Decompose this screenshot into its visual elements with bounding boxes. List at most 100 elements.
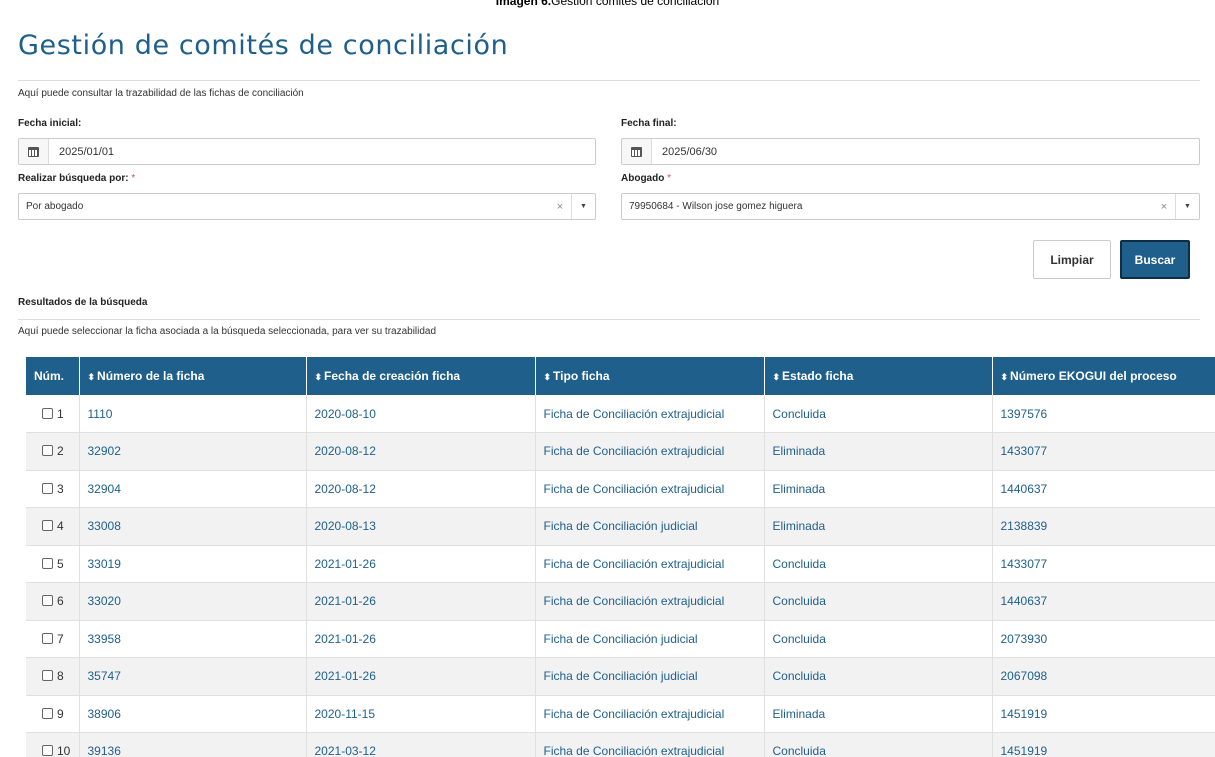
cell-estado-ficha[interactable]: Eliminada bbox=[764, 507, 993, 546]
cell-tipo-ficha[interactable]: Ficha de Conciliación extrajudicial bbox=[535, 470, 765, 508]
busqueda-label: Realizar búsqueda por: * bbox=[18, 173, 135, 184]
cell-fecha-creacion[interactable]: 2021-01-26 bbox=[306, 582, 536, 621]
table-row[interactable]: 2 32902 2020-08-12 Ficha de Conciliación ex… bbox=[26, 432, 1215, 471]
cell-fecha-creacion[interactable]: 2021-03-12 bbox=[306, 732, 536, 757]
table-row[interactable]: 5 33019 2021-01-26 Ficha de Conciliación ex… bbox=[26, 545, 1215, 583]
cell-fecha-creacion[interactable]: 2021-01-26 bbox=[306, 545, 536, 583]
clear-icon[interactable]: × bbox=[549, 201, 571, 213]
abogado-select[interactable]: 79950684 - Wilson jose gomez higuera × ▼ bbox=[621, 193, 1200, 220]
cell-numero-ekogui[interactable]: 2073930 bbox=[992, 620, 1215, 658]
cell-num-value: 6 bbox=[57, 594, 64, 609]
column-header-tipo-ficha[interactable]: ⬍ Tipo ficha bbox=[535, 357, 765, 395]
busqueda-value: Por abogado bbox=[26, 201, 84, 212]
table-row[interactable]: 10 39136 2021-03-12 Ficha de Conciliación e… bbox=[26, 732, 1215, 757]
row-checkbox[interactable] bbox=[42, 520, 53, 532]
table-row[interactable]: 9 38906 2020-11-15 Ficha de Conciliación ex… bbox=[26, 695, 1215, 733]
cell-num: 4 bbox=[26, 507, 80, 546]
cell-numero-ficha[interactable]: 33019 bbox=[79, 545, 307, 583]
row-checkbox[interactable] bbox=[42, 595, 53, 607]
row-checkbox[interactable] bbox=[42, 407, 53, 419]
row-checkbox[interactable] bbox=[42, 445, 53, 457]
cell-fecha-creacion[interactable]: 2020-08-13 bbox=[306, 507, 536, 546]
cell-numero-ekogui[interactable]: 1440637 bbox=[992, 582, 1215, 621]
cell-tipo-ficha[interactable]: Ficha de Conciliación extrajudicial bbox=[535, 395, 765, 433]
row-checkbox[interactable] bbox=[42, 707, 53, 719]
cell-fecha-creacion[interactable]: 2021-01-26 bbox=[306, 620, 536, 658]
busqueda-select[interactable]: Por abogado × ▼ bbox=[18, 193, 596, 220]
cell-numero-ficha[interactable]: 35747 bbox=[79, 657, 307, 696]
cell-numero-ficha[interactable]: 33008 bbox=[79, 507, 307, 546]
cell-numero-ficha-value: 32904 bbox=[87, 481, 121, 496]
cell-tipo-ficha[interactable]: Ficha de Conciliación judicial bbox=[535, 507, 765, 546]
cell-numero-ekogui[interactable]: 1451919 bbox=[992, 732, 1215, 757]
cell-numero-ekogui[interactable]: 1433077 bbox=[992, 432, 1215, 471]
cell-estado-ficha[interactable]: Eliminada bbox=[764, 470, 993, 508]
column-header-numero-ficha[interactable]: ⬍ Número de la ficha bbox=[79, 357, 307, 395]
cell-estado-ficha[interactable]: Concluida bbox=[764, 582, 993, 621]
row-checkbox[interactable] bbox=[42, 482, 53, 494]
cell-numero-ficha[interactable]: 32904 bbox=[79, 470, 307, 508]
row-checkbox[interactable] bbox=[42, 670, 53, 682]
cell-numero-ficha[interactable]: 32902 bbox=[79, 432, 307, 471]
column-header-estado-ficha[interactable]: ⬍ Estado ficha bbox=[764, 357, 993, 395]
cell-numero-ekogui[interactable]: 2067098 bbox=[992, 657, 1215, 696]
cell-estado-ficha[interactable]: Eliminada bbox=[764, 432, 993, 471]
row-checkbox[interactable] bbox=[42, 745, 53, 757]
cell-tipo-ficha[interactable]: Ficha de Conciliación extrajudicial bbox=[535, 732, 765, 757]
abogado-label: Abogado * bbox=[621, 173, 671, 184]
results-table: Núm. ⬍ Número de la ficha ⬍ Fecha de creac… bbox=[26, 357, 1215, 757]
cell-fecha-creacion-value: 2021-01-26 bbox=[314, 556, 376, 571]
cell-estado-ficha[interactable]: Concluida bbox=[764, 395, 993, 433]
cell-fecha-creacion[interactable]: 2020-08-12 bbox=[306, 432, 536, 471]
cell-numero-ficha[interactable]: 33020 bbox=[79, 582, 307, 621]
table-row[interactable]: 1 1110 2020-08-10 Ficha de Conciliación ext… bbox=[26, 395, 1215, 433]
cell-tipo-ficha[interactable]: Ficha de Conciliación extrajudicial bbox=[535, 432, 765, 471]
table-row[interactable]: 8 35747 2021-01-26 Ficha de Conciliación ju… bbox=[26, 657, 1215, 696]
cell-estado-ficha[interactable]: Eliminada bbox=[764, 695, 993, 733]
cell-numero-ficha[interactable]: 38906 bbox=[79, 695, 307, 733]
row-checkbox[interactable] bbox=[42, 557, 53, 569]
calendar-icon[interactable] bbox=[19, 139, 49, 164]
limpiar-button[interactable]: Limpiar bbox=[1033, 240, 1111, 279]
column-header-numero-ekogui[interactable]: ⬍ Número EKOGUI del proceso bbox=[992, 357, 1215, 395]
table-row[interactable]: 4 33008 2020-08-13 Ficha de Conciliación ju… bbox=[26, 507, 1215, 546]
cell-fecha-creacion[interactable]: 2020-11-15 bbox=[306, 695, 536, 733]
cell-tipo-ficha[interactable]: Ficha de Conciliación extrajudicial bbox=[535, 695, 765, 733]
cell-numero-ficha[interactable]: 33958 bbox=[79, 620, 307, 658]
sort-icon: ⬍ bbox=[314, 372, 323, 382]
clear-icon[interactable]: × bbox=[1153, 201, 1175, 213]
fecha-final-field[interactable]: 2025/06/30 bbox=[621, 138, 1200, 165]
calendar-icon[interactable] bbox=[622, 139, 652, 164]
chevron-down-icon[interactable]: ▼ bbox=[1175, 194, 1199, 219]
row-checkbox[interactable] bbox=[42, 632, 53, 644]
cell-numero-ekogui[interactable]: 1397576 bbox=[992, 395, 1215, 433]
buscar-button[interactable]: Buscar bbox=[1120, 240, 1190, 279]
cell-tipo-ficha[interactable]: Ficha de Conciliación judicial bbox=[535, 657, 765, 696]
cell-numero-ekogui-value: 1433077 bbox=[1000, 444, 1048, 459]
cell-fecha-creacion[interactable]: 2020-08-10 bbox=[306, 395, 536, 433]
cell-numero-ficha[interactable]: 1110 bbox=[79, 395, 307, 433]
cell-estado-ficha[interactable]: Concluida bbox=[764, 732, 993, 757]
cell-numero-ekogui[interactable]: 1440637 bbox=[992, 470, 1215, 508]
cell-fecha-creacion[interactable]: 2021-01-26 bbox=[306, 657, 536, 696]
table-row[interactable]: 3 32904 2020-08-12 Ficha de Conciliación ex… bbox=[26, 470, 1215, 508]
cell-estado-ficha[interactable]: Concluida bbox=[764, 657, 993, 696]
chevron-down-icon[interactable]: ▼ bbox=[571, 194, 595, 219]
column-header-fecha-creacion[interactable]: ⬍ Fecha de creación ficha bbox=[306, 357, 536, 395]
table-row[interactable]: 6 33020 2021-01-26 Ficha de Conciliación ex… bbox=[26, 582, 1215, 621]
cell-numero-ekogui[interactable]: 1451919 bbox=[992, 695, 1215, 733]
cell-tipo-ficha[interactable]: Ficha de Conciliación extrajudicial bbox=[535, 582, 765, 621]
cell-numero-ekogui[interactable]: 2138839 bbox=[992, 507, 1215, 546]
cell-estado-ficha[interactable]: Concluida bbox=[764, 620, 993, 658]
fecha-inicial-field[interactable]: 2025/01/01 bbox=[18, 138, 596, 165]
caption-text: Gestión comités de conciliación bbox=[551, 0, 720, 8]
column-header-num[interactable]: Núm. bbox=[26, 357, 80, 395]
cell-num: 5 bbox=[26, 545, 80, 583]
cell-estado-ficha[interactable]: Concluida bbox=[764, 545, 993, 583]
cell-numero-ekogui[interactable]: 1433077 bbox=[992, 545, 1215, 583]
cell-tipo-ficha[interactable]: Ficha de Conciliación extrajudicial bbox=[535, 545, 765, 583]
cell-fecha-creacion[interactable]: 2020-08-12 bbox=[306, 470, 536, 508]
cell-numero-ficha[interactable]: 39136 bbox=[79, 732, 307, 757]
cell-tipo-ficha[interactable]: Ficha de Conciliación judicial bbox=[535, 620, 765, 658]
table-row[interactable]: 7 33958 2021-01-26 Ficha de Conciliación ju… bbox=[26, 620, 1215, 658]
